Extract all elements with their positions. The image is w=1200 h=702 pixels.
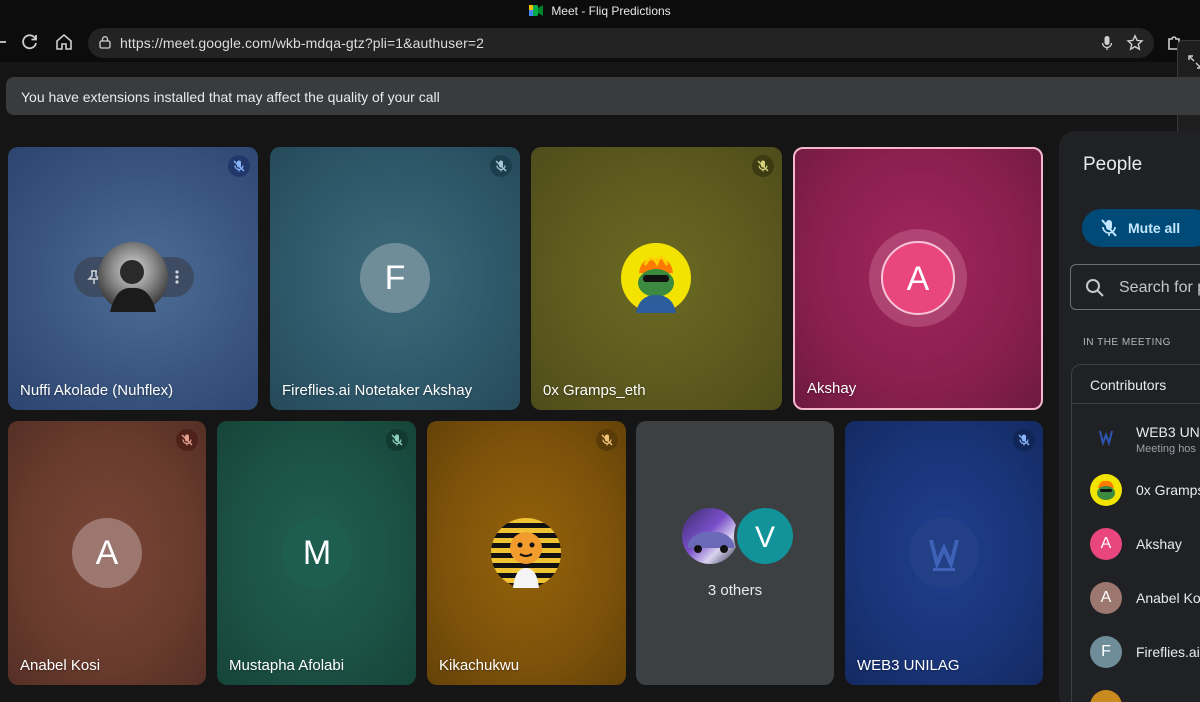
avatar-initial: A: [72, 518, 142, 588]
group-title: Contributors: [1090, 377, 1167, 393]
muted-indicator: [752, 155, 774, 177]
microphone-icon[interactable]: [1100, 35, 1114, 51]
bookmark-star-icon[interactable]: [1126, 34, 1144, 52]
participant-tile-speaking[interactable]: A Akshay: [793, 147, 1043, 410]
extensions-warning-banner: You have extensions installed that may a…: [6, 77, 1200, 115]
mute-all-button[interactable]: Mute all: [1082, 209, 1200, 247]
home-icon[interactable]: [54, 32, 74, 52]
list-item[interactable]: 0x Gramps: [1090, 474, 1200, 506]
site-info-icon[interactable]: [98, 35, 112, 49]
avatar-initial: A: [1090, 528, 1122, 560]
divider: [1072, 403, 1200, 404]
avatar-initial: F: [360, 243, 430, 313]
banner-text: You have extensions installed that may a…: [21, 89, 440, 105]
person-name: Anabel Kos: [1136, 590, 1200, 606]
list-item[interactable]: [1090, 690, 1200, 702]
avatar-initial: F: [1090, 636, 1122, 668]
person-avatar-image: [1090, 690, 1122, 702]
person-name: Fireflies.ai: [1136, 644, 1200, 660]
section-label: IN THE MEETING: [1083, 337, 1171, 348]
others-tile[interactable]: V 3 others: [636, 421, 834, 685]
logo-icon: [929, 539, 959, 571]
mic-off-icon: [601, 434, 613, 446]
person-silhouette-icon: [110, 260, 156, 312]
mic-off-icon: [757, 160, 769, 172]
person-name: Akshay: [1136, 536, 1182, 552]
search-people-input[interactable]: Search for p: [1070, 264, 1200, 310]
person-role: Meeting hos: [1136, 443, 1196, 455]
participant-avatar-image: [621, 243, 691, 313]
people-panel: People Mute all Search for p IN THE MEET…: [1059, 131, 1200, 702]
title-bar: Meet - Fliq Predictions: [0, 0, 1200, 24]
person-name: WEB3 UNIL: [1136, 424, 1200, 440]
avatar-initial: M: [282, 518, 352, 588]
mute-all-label: Mute all: [1128, 220, 1181, 236]
contributors-group[interactable]: Contributors WEB3 UNIL Meeting hos 0x Gr…: [1071, 364, 1200, 702]
person-avatar-image: [1090, 474, 1122, 506]
person-name: 0x Gramps: [1136, 482, 1200, 498]
participant-tile[interactable]: WEB3 UNILAG: [845, 421, 1043, 685]
participant-name: WEB3 UNILAG: [857, 657, 960, 674]
frog-avatar-icon: [636, 256, 676, 313]
address-bar-row: https://meet.google.com/wkb-mdqa-gtz?pli…: [0, 24, 1200, 62]
participant-name: 0x Gramps_eth: [543, 382, 646, 399]
participant-tile[interactable]: Nuffi Akolade (Nuhflex): [8, 147, 258, 410]
participant-name: Kikachukwu: [439, 657, 520, 674]
panel-title: People: [1083, 154, 1143, 175]
participant-avatar-image: [491, 518, 561, 588]
list-item[interactable]: WEB3 UNIL Meeting hos: [1090, 421, 1200, 455]
back-arrow-icon[interactable]: [0, 32, 10, 52]
person-avatar-logo: [1090, 421, 1122, 453]
participant-tile[interactable]: A Anabel Kosi: [8, 421, 206, 685]
meet-window: Meet - Fliq Predictions https://meet.goo…: [0, 0, 1200, 702]
url-field[interactable]: https://meet.google.com/wkb-mdqa-gtz?pli…: [88, 28, 1154, 58]
mic-off-icon: [391, 434, 403, 446]
search-icon: [1086, 279, 1104, 297]
mic-off-icon: [1018, 434, 1030, 446]
list-item[interactable]: A Anabel Kos: [1090, 582, 1200, 614]
logo-icon: [1099, 430, 1113, 447]
muted-indicator: [596, 429, 618, 451]
participant-name: Mustapha Afolabi: [229, 657, 345, 674]
web3-unilag-logo: [909, 518, 979, 588]
participant-name: Nuffi Akolade (Nuhflex): [20, 382, 174, 399]
reload-icon[interactable]: [20, 32, 40, 52]
muted-indicator: [176, 429, 198, 451]
character-avatar-icon: [510, 532, 542, 588]
expand-icon[interactable]: [1188, 55, 1200, 69]
participant-tile[interactable]: F Fireflies.ai Notetaker Akshay: [270, 147, 520, 410]
frog-avatar-icon: [1097, 480, 1115, 500]
list-item[interactable]: A Akshay: [1090, 528, 1200, 560]
mic-off-icon: [181, 434, 193, 446]
participant-name: Anabel Kosi: [20, 657, 101, 674]
participant-tile[interactable]: Kikachukwu: [427, 421, 626, 685]
others-avatar-image: [679, 505, 741, 567]
participant-name: Fireflies.ai Notetaker Akshay: [282, 382, 473, 399]
participant-name: Akshay: [807, 380, 857, 397]
muted-indicator: [386, 429, 408, 451]
more-options-icon[interactable]: [174, 269, 180, 285]
others-count-label: 3 others: [707, 582, 763, 599]
avatar-initial: A: [881, 241, 955, 315]
avatar-initial: V: [734, 505, 796, 567]
mic-off-icon: [495, 160, 507, 172]
muted-indicator: [1013, 429, 1035, 451]
participant-photo: [98, 242, 168, 312]
muted-indicator: [228, 155, 250, 177]
participant-tile[interactable]: 0x Gramps_eth: [531, 147, 782, 410]
muted-indicator: [490, 155, 512, 177]
meet-logo-icon: [529, 5, 544, 16]
window-title: Meet - Fliq Predictions: [551, 4, 671, 18]
participant-tile[interactable]: M Mustapha Afolabi: [217, 421, 416, 685]
window-title-area: Meet - Fliq Predictions: [0, 4, 1200, 18]
list-item[interactable]: F Fireflies.ai: [1090, 636, 1200, 668]
avatar-initial: A: [1090, 582, 1122, 614]
car-image-icon: [688, 532, 734, 553]
search-placeholder: Search for p: [1119, 279, 1200, 296]
mic-off-icon: [233, 160, 245, 172]
url-text[interactable]: https://meet.google.com/wkb-mdqa-gtz?pli…: [120, 35, 484, 51]
mic-off-icon: [1101, 219, 1117, 237]
